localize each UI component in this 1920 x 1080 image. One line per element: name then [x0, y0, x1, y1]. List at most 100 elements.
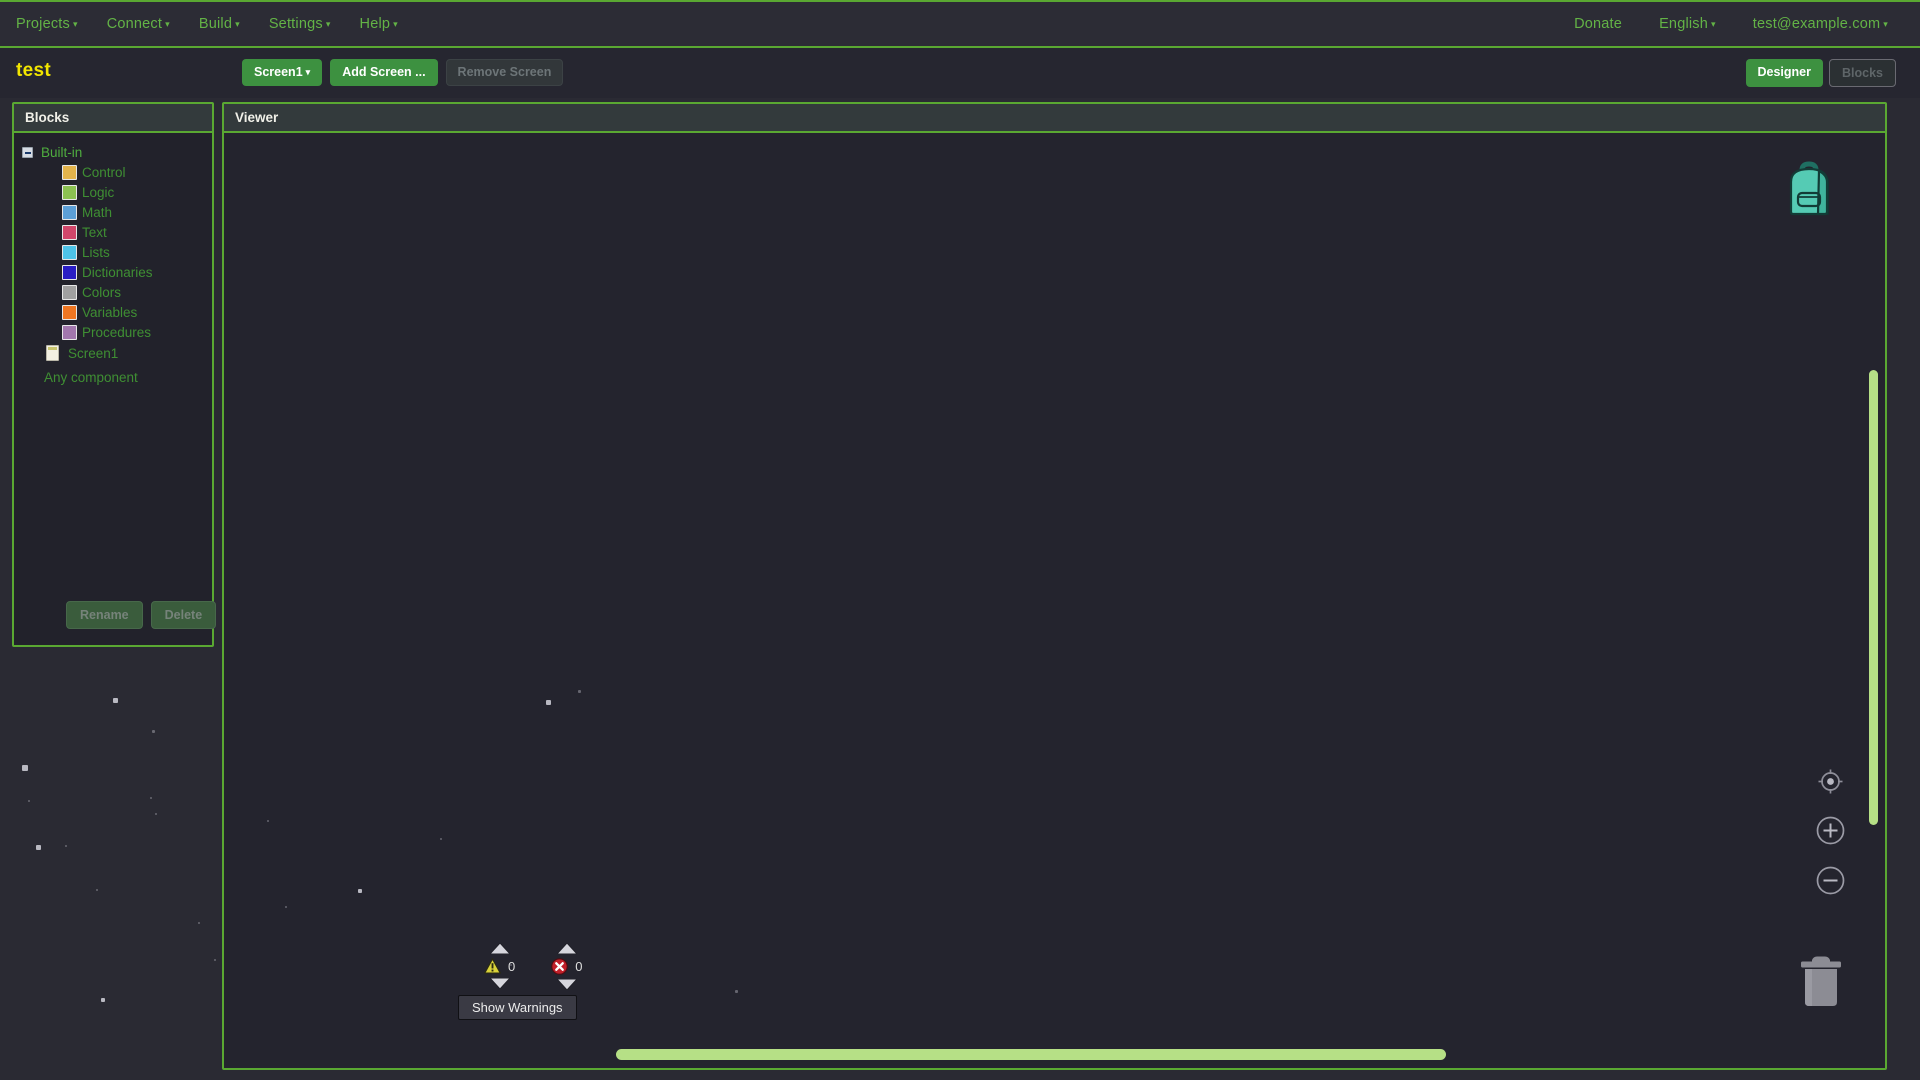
- background-dot: [214, 959, 216, 961]
- palette-category-dictionaries[interactable]: Dictionaries: [14, 262, 212, 282]
- language-label: English: [1659, 16, 1709, 32]
- palette-category-label: Control: [82, 164, 126, 180]
- menu-label-connect: Connect: [106, 16, 163, 32]
- warning-next-arrow-icon[interactable]: [488, 977, 511, 990]
- palette-category-procedures[interactable]: Procedures: [14, 322, 212, 342]
- collapse-icon[interactable]: [22, 147, 33, 158]
- background-dot: [150, 797, 152, 799]
- palette-tree: Built-in Control Logic Math Text Lists D…: [14, 133, 217, 643]
- lists-color-icon: [62, 244, 77, 260]
- chevron-down-icon: ▾: [1711, 19, 1716, 29]
- menu-item-projects[interactable]: Projects ▾: [14, 12, 80, 36]
- chevron-down-icon: ▾: [1883, 19, 1888, 29]
- palette-category-math[interactable]: Math: [14, 202, 212, 222]
- tree-node-screen1[interactable]: Screen1: [14, 342, 212, 364]
- text-color-icon: [62, 224, 77, 240]
- control-color-icon: [62, 164, 77, 180]
- background-dot: [101, 998, 105, 1002]
- center-blocks-icon[interactable]: [1817, 768, 1844, 798]
- delete-button: Delete: [150, 601, 217, 629]
- blocks-workspace-canvas[interactable]: 0 0 Show Warnings: [224, 135, 1885, 1068]
- blocks-palette-panel: Blocks Built-in Control Logic Math Text …: [12, 102, 217, 647]
- background-dot: [28, 800, 30, 802]
- chevron-down-icon: ▾: [393, 19, 398, 29]
- palette-category-label: Lists: [82, 244, 110, 260]
- tree-node-built-in-label: Built-in: [41, 145, 83, 160]
- horizontal-scrollbar[interactable]: [616, 1049, 1446, 1060]
- chevron-down-icon: ▾: [325, 19, 331, 29]
- user-email-label: test@example.com: [1752, 16, 1881, 32]
- screen-selector-dropdown[interactable]: Screen1 ▾: [242, 59, 323, 87]
- error-prev-arrow-icon[interactable]: [555, 942, 578, 955]
- background-dot: [578, 690, 581, 693]
- main-menu-group: Projects ▾ Connect ▾ Build ▾ Settings ▾ Help…: [0, 12, 400, 36]
- trash-icon[interactable]: [1795, 954, 1847, 1013]
- background-dot: [198, 922, 200, 924]
- error-count-row: 0: [551, 958, 582, 975]
- background-dot: [96, 889, 98, 891]
- background-dot: [22, 765, 28, 771]
- add-screen-button[interactable]: Add Screen ...: [330, 59, 438, 87]
- palette-category-colors[interactable]: Colors: [14, 282, 212, 302]
- viewer-header: Viewer: [224, 104, 1885, 133]
- palette-category-logic[interactable]: Logic: [14, 182, 212, 202]
- remove-screen-button: Remove Screen: [445, 59, 564, 87]
- background-dot: [510, 964, 512, 966]
- background-dot: [267, 820, 269, 822]
- top-menu-bar: Projects ▾ Connect ▾ Build ▾ Settings ▾ Help…: [0, 0, 1920, 48]
- warning-prev-arrow-icon[interactable]: [488, 942, 511, 955]
- screen-selector-label: Screen1: [254, 65, 303, 79]
- dictionaries-color-icon: [62, 264, 77, 280]
- error-x-icon: [551, 958, 569, 975]
- menu-item-build[interactable]: Build ▾: [197, 12, 242, 36]
- math-color-icon: [62, 204, 77, 220]
- background-dot: [155, 813, 157, 815]
- palette-category-text[interactable]: Text: [14, 222, 212, 242]
- palette-category-label: Math: [82, 204, 113, 220]
- user-account-menu[interactable]: test@example.com ▾: [1751, 12, 1890, 36]
- palette-action-buttons: Rename Delete: [66, 601, 217, 629]
- warning-indicator-bar: 0 0 Show Warnings: [458, 942, 734, 1020]
- palette-category-label: Colors: [82, 284, 122, 300]
- tree-node-screen1-label: Screen1: [68, 345, 119, 361]
- tree-node-any-component[interactable]: Any component: [14, 364, 212, 385]
- logic-color-icon: [62, 184, 77, 200]
- warning-count: 0: [508, 958, 516, 974]
- zoom-out-icon[interactable]: [1816, 866, 1845, 898]
- palette-category-label: Procedures: [82, 324, 152, 340]
- menu-item-connect[interactable]: Connect ▾: [105, 12, 172, 36]
- warning-count-row: 0: [484, 958, 515, 974]
- palette-category-variables[interactable]: Variables: [14, 302, 212, 322]
- menu-item-help[interactable]: Help ▾: [358, 12, 400, 36]
- palette-header: Blocks: [14, 104, 212, 133]
- warning-triangle-icon: [484, 958, 501, 974]
- chevron-down-icon: ▾: [235, 19, 240, 29]
- chevron-down-icon: ▾: [165, 19, 170, 29]
- menu-label-projects: Projects: [16, 16, 70, 32]
- menu-label-help: Help: [359, 16, 391, 32]
- show-warnings-button[interactable]: Show Warnings: [458, 995, 577, 1020]
- procedures-color-icon: [62, 324, 77, 340]
- variables-color-icon: [62, 304, 77, 320]
- vertical-scrollbar[interactable]: [1869, 370, 1878, 825]
- error-indicator: 0: [551, 942, 582, 991]
- error-next-arrow-icon[interactable]: [555, 978, 578, 991]
- project-toolbar: test Screen1 ▾ Add Screen ... Remove Scre…: [0, 48, 1920, 98]
- zoom-in-icon[interactable]: [1816, 816, 1845, 848]
- background-dot: [546, 700, 551, 705]
- tree-node-built-in[interactable]: Built-in: [14, 143, 212, 162]
- designer-view-button[interactable]: Designer: [1745, 59, 1823, 87]
- donate-link[interactable]: Donate: [1572, 12, 1624, 36]
- indicator-group: 0 0: [474, 942, 734, 991]
- error-count: 0: [575, 959, 583, 974]
- account-menu-group: Donate English ▾ test@example.com ▾: [1572, 12, 1920, 36]
- palette-category-lists[interactable]: Lists: [14, 242, 212, 262]
- language-selector[interactable]: English ▾: [1657, 12, 1718, 36]
- background-dot: [36, 845, 41, 850]
- background-dot: [358, 889, 362, 893]
- workspace-controls: [1816, 768, 1845, 898]
- palette-category-control[interactable]: Control: [14, 162, 212, 182]
- backpack-icon[interactable]: [1778, 157, 1840, 222]
- menu-item-settings[interactable]: Settings ▾: [267, 12, 333, 36]
- screen-icon: [46, 345, 59, 361]
